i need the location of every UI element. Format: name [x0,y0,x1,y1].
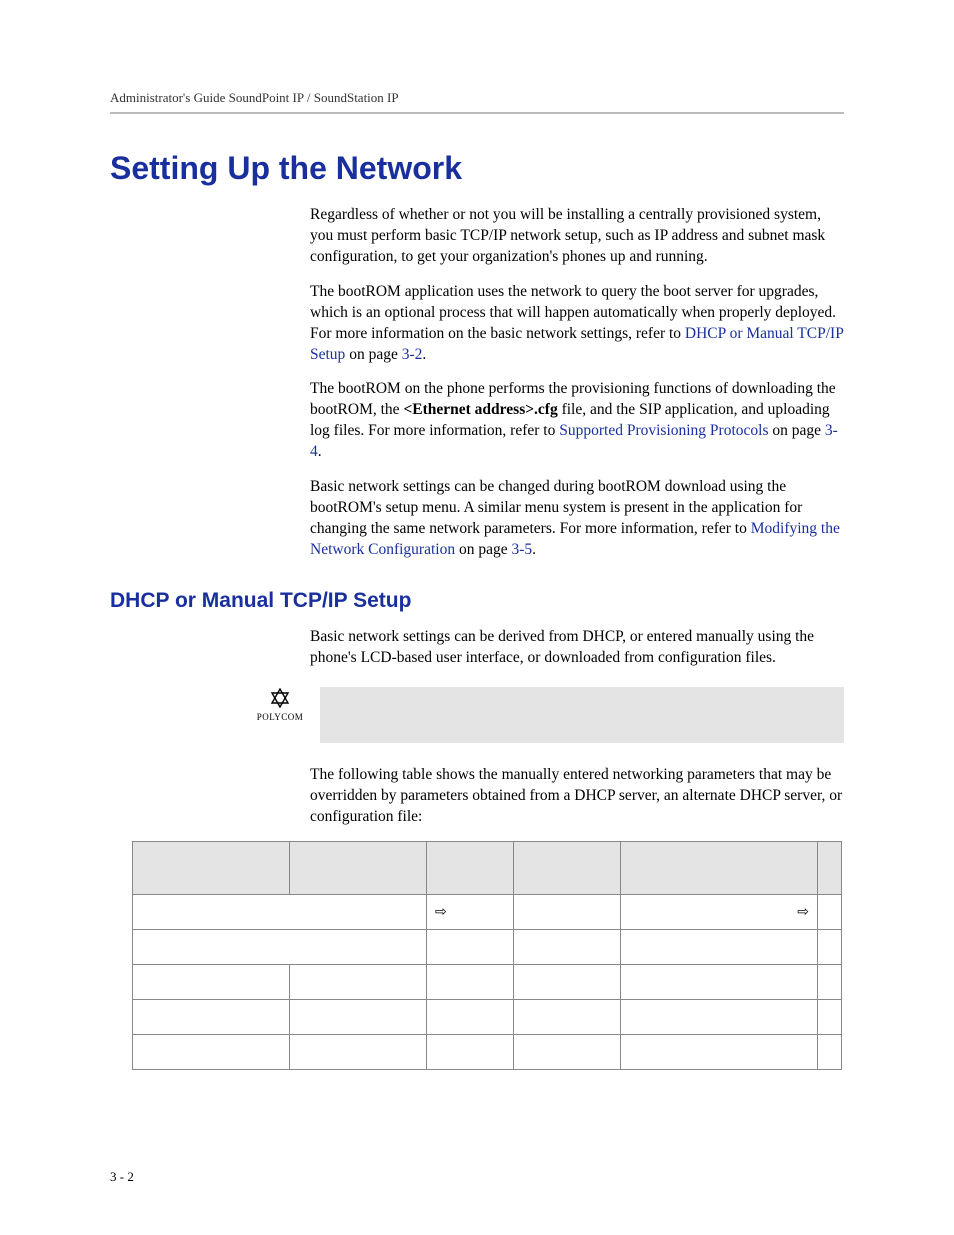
td [514,895,621,930]
text: Basic network settings can be changed du… [310,478,802,537]
link-page-3-2[interactable]: 3-2 [402,346,423,363]
running-header: Administrator's Guide SoundPoint IP / So… [110,90,844,114]
polycom-logo: POLYCOM [250,687,310,722]
document-page: Administrator's Guide SoundPoint IP / So… [0,0,954,1235]
link-page-3-5[interactable]: 3-5 [511,541,532,558]
td [514,965,621,1000]
arrow-icon: ⇨ [427,895,514,930]
table-row [133,965,842,1000]
th [621,842,818,895]
link-supported-protocols[interactable]: Supported Provisioning Protocols [559,422,768,439]
td [621,965,818,1000]
td [133,1035,290,1070]
page-number: 3 - 2 [110,1169,134,1185]
text: on page [455,541,511,558]
th [514,842,621,895]
td [621,930,818,965]
table-row: ⇨ ⇨ [133,895,842,930]
td [427,1035,514,1070]
th [818,842,842,895]
paragraph-basic-settings: Basic network settings can be changed du… [310,477,844,561]
th [427,842,514,895]
paragraph-dhcp-intro: Basic network settings can be derived fr… [310,627,844,669]
subsection-title: DHCP or Manual TCP/IP Setup [110,589,844,613]
section-title: Setting Up the Network [110,150,844,187]
paragraph-table-intro: The following table shows the manually e… [310,765,844,828]
td [514,1035,621,1070]
text: on page [769,422,825,439]
th [133,842,290,895]
table-row [133,1000,842,1035]
td [133,895,427,930]
table-header [133,842,842,895]
td [133,1000,290,1035]
td [427,965,514,1000]
note-box [320,687,844,743]
table-row [133,930,842,965]
td [818,895,842,930]
arrow-icon: ⇨ [621,895,818,930]
td [427,1000,514,1035]
td [514,1000,621,1035]
table-row [133,1035,842,1070]
note-callout: POLYCOM [110,687,844,743]
td [514,930,621,965]
td [290,1000,427,1035]
td [133,965,290,1000]
text: . [532,541,536,558]
body-column-3: The following table shows the manually e… [310,765,844,828]
polycom-brand-text: POLYCOM [250,712,310,722]
th [290,842,427,895]
paragraph-intro: Regardless of whether or not you will be… [310,205,844,268]
networking-parameters-table: ⇨ ⇨ [132,841,842,1070]
td [818,965,842,1000]
text: on page [345,346,401,363]
text: . [422,346,426,363]
td [818,1035,842,1070]
paragraph-bootrom-query: The bootROM application uses the network… [310,282,844,366]
td [818,1000,842,1035]
td [621,1035,818,1070]
body-column: Regardless of whether or not you will be… [310,205,844,561]
td [621,1000,818,1035]
polycom-icon [266,687,294,709]
td [427,930,514,965]
body-column-2: Basic network settings can be derived fr… [310,627,844,669]
td [133,930,427,965]
td [290,1035,427,1070]
td [818,930,842,965]
paragraph-provisioning: The bootROM on the phone performs the pr… [310,379,844,463]
filename-bold: <Ethernet address>.cfg [403,401,557,418]
text: . [318,443,322,460]
table-header-row [133,842,842,895]
td [290,965,427,1000]
